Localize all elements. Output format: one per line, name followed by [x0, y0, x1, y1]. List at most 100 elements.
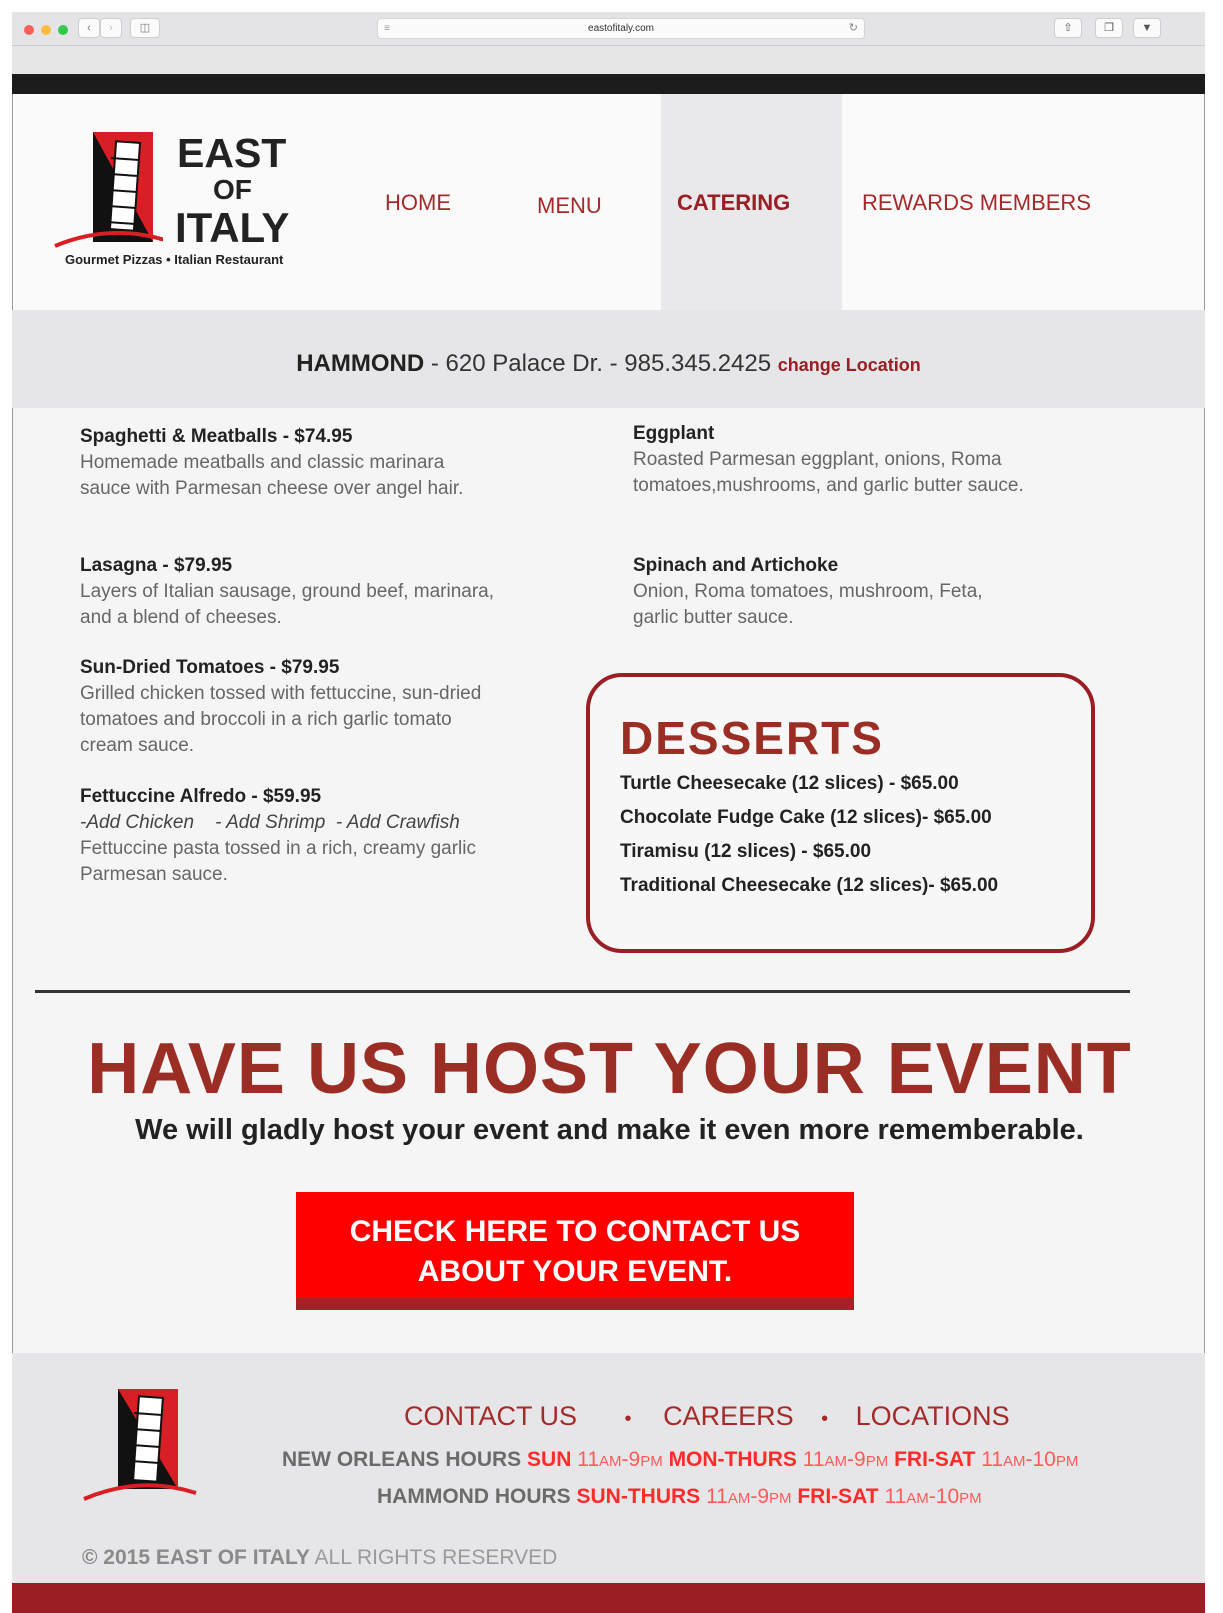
hours-time: 11AM-9PM [803, 1448, 889, 1471]
location-address: 620 Palace Dr. [445, 350, 603, 377]
change-location-link[interactable]: change Location [778, 355, 921, 375]
site-top-bar [12, 74, 1205, 94]
hours-ampm: AM [727, 1490, 751, 1507]
hours-hour: 10 [1032, 1448, 1056, 1471]
menu-item: Fettuccine Alfredo - $59.95 -Add Chicken… [80, 784, 480, 888]
desserts-box: DESSERTS Turtle Cheesecake (12 slices) -… [586, 673, 1095, 953]
hours-dash: - [1025, 1448, 1033, 1471]
hours-ampm: AM [599, 1453, 622, 1470]
menu-item-desc: Roasted Parmesan eggplant, onions, Roma … [633, 449, 1024, 496]
menu-item: Eggplant Roasted Parmesan eggplant, onio… [633, 421, 1033, 499]
location-line: HAMMOND - 620 Palace Dr. - 985.345.2425 … [12, 350, 1205, 378]
hours-day: SUN-THURS [576, 1485, 701, 1508]
hours-hour: 11 [577, 1448, 600, 1471]
reload-icon[interactable]: ↻ [849, 19, 858, 38]
desserts-heading: DESSERTS [620, 712, 884, 764]
menu-item-desc: Homemade meatballs and classic marinara … [80, 452, 464, 499]
menu-item: Lasagna - $79.95 Layers of Italian sausa… [80, 553, 500, 631]
location-bar: HAMMOND - 620 Palace Dr. - 985.345.2425 … [12, 310, 1205, 408]
browser-toolbar: ‹ › ◫ ≡ eastofitaly.com ↻ ⇧ ❐ ▼ [12, 12, 1205, 46]
dessert-item: Turtle Cheesecake (12 slices) - $65.00 [620, 773, 959, 794]
copyright-bold: © 2015 EAST OF ITALY [82, 1546, 310, 1569]
download-icon[interactable]: ▼ [1133, 18, 1161, 38]
site-footer: CONTACT US • CAREERS • LOCATIONS NEW ORL… [12, 1353, 1205, 1583]
hours-hour: 11 [802, 1448, 825, 1471]
menu-item-addons: -Add Chicken - Add Shrimp - Add Crawfish [80, 812, 460, 833]
menu-item-title: Spaghetti & Meatballs - $74.95 [80, 426, 353, 447]
menu-item: Spinach and Artichoke Onion, Roma tomato… [633, 553, 1033, 631]
hours-hour: 11 [981, 1448, 1003, 1471]
menu-item-title: Fettuccine Alfredo - $59.95 [80, 786, 322, 807]
minimize-window-icon[interactable] [41, 25, 51, 35]
hours-ampm: AM [1003, 1453, 1026, 1470]
reader-icon[interactable]: ≡ [384, 19, 390, 38]
tabs-icon[interactable]: ❐ [1095, 18, 1123, 38]
menu-item-desc2: Parmesan sauce. [80, 864, 228, 885]
new-orleans-hours: NEW ORLEANS HOURS SUN 11AM-9PM MON-THURS… [282, 1448, 1078, 1472]
hours-label: HAMMOND HOURS [377, 1485, 571, 1508]
footer-contact-link[interactable]: CONTACT US [404, 1401, 577, 1431]
hours-ampm: PM [959, 1490, 982, 1507]
location-phone: 985.345.2425 [624, 350, 772, 377]
main-content: Spaghetti & Meatballs - $74.95 Homemade … [12, 408, 1205, 1353]
dessert-item: Chocolate Fudge Cake (12 slices)- $65.00 [620, 807, 992, 828]
logo[interactable]: EAST OF ITALY Gourmet Pizzas • Italian R… [53, 130, 313, 270]
cta-line1: CHECK HERE TO CONTACT US [349, 1215, 801, 1248]
hours-dash: - [847, 1448, 855, 1471]
menu-item-desc: Fettuccine pasta tossed in a rich, cream… [80, 838, 477, 859]
tower-logo-icon [54, 132, 163, 248]
nav-catering[interactable]: CATERING [677, 190, 790, 216]
menu-item-desc: Grilled chicken tossed with fettuccine, … [80, 683, 482, 756]
chevron-left-icon[interactable]: ‹ [78, 18, 100, 38]
logo-line2: OF [213, 174, 252, 205]
footer-links: CONTACT US • CAREERS • LOCATIONS [404, 1401, 1010, 1432]
hours-hour: 9 [628, 1448, 641, 1471]
hours-hour: 10 [935, 1485, 960, 1508]
hours-time: 11AM-10PM [884, 1485, 981, 1508]
hours-day: FRI-SAT [894, 1448, 976, 1471]
contact-event-button[interactable]: CHECK HERE TO CONTACT US ABOUT YOUR EVEN… [296, 1192, 854, 1310]
hours-day: FRI-SAT [797, 1485, 879, 1508]
toolbar-gap [12, 46, 1205, 74]
hours-ampm: PM [1055, 1453, 1079, 1470]
dessert-item: Traditional Cheesecake (12 slices)- $65.… [620, 875, 999, 896]
menu-item-desc: Layers of Italian sausage, ground beef, … [80, 581, 495, 628]
address-bar[interactable]: ≡ eastofitaly.com ↻ [377, 18, 865, 39]
nav-home[interactable]: HOME [385, 190, 451, 216]
zoom-window-icon[interactable] [58, 25, 68, 35]
footer-locations-link[interactable]: LOCATIONS [856, 1401, 1010, 1431]
hours-hour: 11 [706, 1485, 728, 1508]
hours-ampm: AM [906, 1490, 929, 1507]
dessert-item: Tiramisu (12 slices) - $65.00 [620, 841, 872, 862]
menu-item-title: Sun-Dried Tomatoes - $79.95 [80, 657, 340, 678]
hours-label: NEW ORLEANS HOURS [282, 1448, 522, 1471]
nav-menu[interactable]: MENU [537, 193, 602, 219]
logo-line1: EAST [177, 130, 287, 176]
hours-time: 11AM-10PM [981, 1448, 1078, 1471]
hours-hour: 9 [854, 1448, 866, 1471]
location-sep2: - [602, 350, 625, 377]
footer-bullet: • [821, 1408, 829, 1430]
sidebar-icon[interactable]: ◫ [130, 18, 160, 38]
url-text: eastofitaly.com [588, 23, 654, 34]
menu-item: Sun-Dried Tomatoes - $79.95 Grilled chic… [80, 655, 500, 759]
share-icon[interactable]: ⇧ [1054, 18, 1082, 38]
copyright: © 2015 EAST OF ITALY ALL RIGHTS RESERVED [82, 1546, 557, 1570]
hammond-hours: HAMMOND HOURS SUN-THURS 11AM-9PM FRI-SAT… [377, 1485, 982, 1509]
nav-rewards[interactable]: REWARDS MEMBERS [862, 190, 1091, 216]
chevron-right-icon[interactable]: › [100, 18, 122, 38]
copyright-rest: ALL RIGHTS RESERVED [309, 1546, 558, 1569]
hours-hour: 11 [884, 1485, 907, 1508]
menu-item-title: Eggplant [633, 423, 715, 444]
close-window-icon[interactable] [24, 25, 34, 35]
logo-tagline: Gourmet Pizzas • Italian Restaurant [65, 252, 284, 267]
hours-ampm: PM [769, 1490, 792, 1507]
logo-line3: ITALY [175, 204, 290, 251]
hours-day: MON-THURS [668, 1448, 797, 1471]
menu-item-title: Lasagna - $79.95 [80, 555, 233, 576]
site-header: EAST OF ITALY Gourmet Pizzas • Italian R… [12, 94, 1205, 310]
hours-hour: 9 [757, 1485, 770, 1508]
footer-careers-link[interactable]: CAREERS [663, 1401, 794, 1431]
footer-bullet: • [624, 1408, 632, 1430]
location-sep1: - [424, 350, 446, 377]
